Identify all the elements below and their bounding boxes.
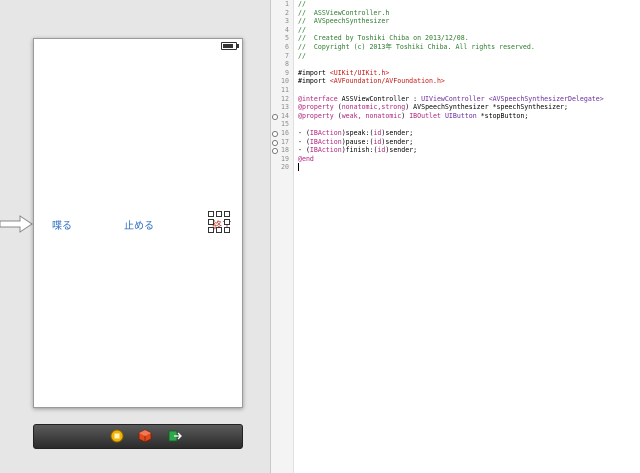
object-cube-icon[interactable] — [138, 429, 152, 443]
resize-handle[interactable] — [224, 211, 230, 217]
line-number: 4 — [285, 25, 289, 34]
code-text: - (IBAction)pause:(id)sender; — [298, 137, 414, 146]
code-text: // AVSpeechSynthesizer — [298, 17, 390, 26]
line-number: 7 — [285, 51, 289, 60]
line-number: 12 — [281, 94, 289, 103]
line-number: 5 — [285, 34, 289, 43]
code-line[interactable]: 6 // Copyright (c) 2013年 Toshiki Chiba. A… — [285, 42, 640, 52]
code-text — [298, 163, 299, 172]
code-text: #import <UIKit/UIKit.h> — [298, 68, 390, 77]
code-text: @property (weak, nonatomic) IBOutlet UIB… — [298, 111, 529, 120]
code-text: @property (nonatomic,strong) AVSpeechSyn… — [298, 103, 568, 112]
code-line[interactable]: 18- (IBAction)finish:(id)sender; — [272, 146, 640, 155]
line-number: 6 — [285, 42, 289, 51]
code-line[interactable]: 4 // — [285, 25, 640, 35]
code-line[interactable]: 16- (IBAction)speak:(id)sender; — [272, 128, 640, 138]
line-number: 11 — [281, 85, 289, 94]
line-number: 2 — [285, 8, 289, 17]
connection-marker-icon[interactable] — [272, 139, 278, 146]
line-number: 8 — [285, 60, 289, 69]
code-line[interactable]: 8 — [285, 60, 640, 69]
line-number: 13 — [281, 103, 289, 112]
connection-marker-icon[interactable] — [272, 130, 278, 137]
line-number: 10 — [281, 77, 289, 86]
code-line[interactable]: 3 // AVSpeechSynthesizer — [285, 17, 640, 26]
code-line[interactable]: 10 #import <AVFoundation/AVFoundation.h> — [281, 77, 640, 86]
code-text: #import <AVFoundation/AVFoundation.h> — [298, 77, 445, 86]
line-number: 20 — [281, 163, 289, 172]
code-line[interactable]: 17- (IBAction)pause:(id)sender; — [272, 137, 640, 147]
resize-handle[interactable] — [208, 211, 214, 217]
code-line[interactable]: 12 @interface ASSViewController : UIViewC… — [281, 94, 640, 104]
code-editor[interactable]: 1 // 2 // ASSViewController.h 3 // AVSpeechSy… — [270, 0, 640, 473]
code-line[interactable]: 9 #import <UIKit/UIKit.h> — [285, 68, 640, 78]
line-number: 9 — [285, 68, 289, 77]
code-line[interactable]: 1 // — [285, 0, 640, 9]
code-text: - (IBAction)finish:(id)sender; — [298, 146, 418, 155]
speak-button[interactable]: 喋る — [52, 217, 72, 232]
code-text: @end — [298, 154, 314, 163]
code-text: @interface ASSViewController : UIViewCon… — [298, 94, 604, 103]
resize-handle[interactable] — [216, 211, 222, 217]
interface-builder-canvas: 喋る 止める 終了 — [0, 0, 270, 473]
line-number: 15 — [281, 120, 289, 129]
resize-handle[interactable] — [208, 227, 214, 233]
code-line[interactable]: 2 // ASSViewController.h — [285, 8, 640, 18]
text-cursor — [298, 163, 299, 172]
code-line[interactable]: 11 — [281, 86, 640, 95]
line-number: 3 — [285, 17, 289, 26]
code-line[interactable]: 20 — [281, 163, 640, 172]
code-text: // Created by Toshiki Chiba on 2013/12/0… — [298, 34, 469, 43]
code-text: // ASSViewController.h — [298, 8, 390, 17]
resize-handle[interactable] — [216, 227, 222, 233]
code-line[interactable]: 19 @end — [281, 154, 640, 164]
code-line[interactable]: 13 @property (nonatomic,strong) AVSpeechS… — [281, 103, 640, 112]
battery-icon — [221, 42, 239, 50]
code-line[interactable]: 14 @property (weak, nonatomic) IBOutlet U… — [272, 111, 640, 121]
code-text: - (IBAction)speak:(id)sender; — [298, 128, 414, 137]
code-text: // Copyright (c) 2013年 Toshiki Chiba. Al… — [298, 42, 535, 51]
code-line[interactable]: 15 — [281, 120, 640, 129]
code-text: // — [298, 25, 306, 34]
connection-marker-icon[interactable] — [272, 113, 278, 120]
line-number: 19 — [281, 154, 289, 163]
code-line[interactable]: 5 // Created by Toshiki Chiba on 2013/12/… — [285, 34, 640, 43]
resize-handle[interactable] — [224, 227, 230, 233]
view-controller-scene[interactable]: 喋る 止める 終了 — [33, 38, 243, 408]
scene-dock — [33, 424, 243, 449]
code-text: // — [298, 0, 306, 8]
code-line[interactable]: 7 // — [285, 51, 640, 61]
pause-button[interactable]: 止める — [124, 217, 154, 232]
code-text: // — [298, 51, 306, 60]
selection-handles[interactable] — [208, 211, 230, 233]
initial-view-controller-arrow-icon — [0, 215, 33, 233]
exit-icon[interactable] — [168, 429, 182, 443]
line-number: 1 — [285, 0, 289, 8]
first-responder-icon[interactable] — [110, 429, 124, 443]
source-code-area[interactable]: 1 // 2 // ASSViewController.h 3 // AVSpeechSy… — [272, 0, 640, 172]
resize-handle[interactable] — [224, 219, 230, 225]
resize-handle[interactable] — [208, 219, 214, 225]
